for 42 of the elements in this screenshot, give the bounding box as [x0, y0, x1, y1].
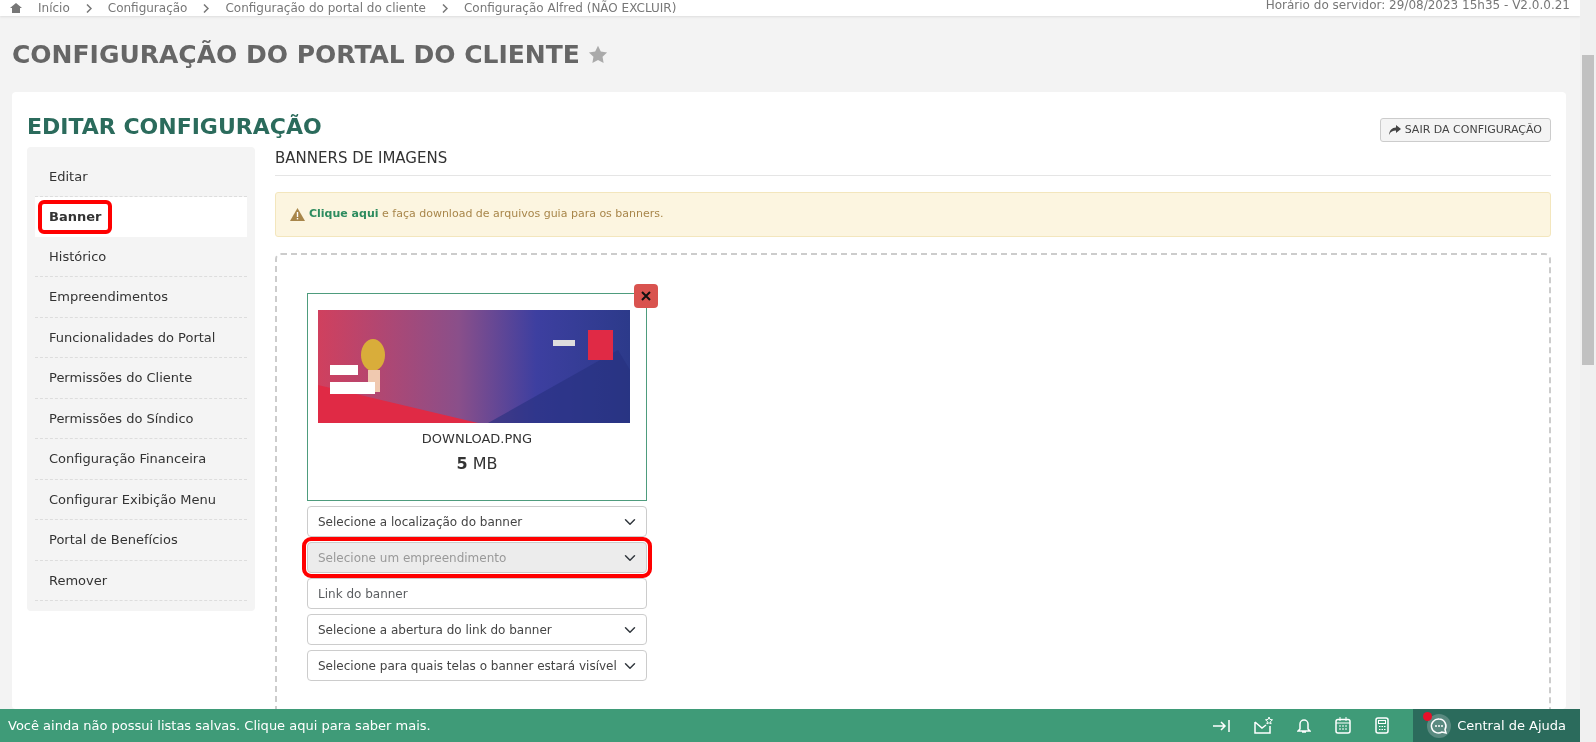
sidebar-item[interactable]: Permissões do Síndico: [35, 398, 247, 439]
chat-bubble-icon: [1427, 713, 1452, 738]
calculator-icon[interactable]: [1375, 717, 1390, 734]
exit-button[interactable]: SAIR DA CONFIGURAÇÃO: [1379, 117, 1551, 142]
alert-text: Clique aqui e faça download de arquivos guia para os banners.: [309, 206, 664, 222]
server-time: Horário do servidor: 29/08/2023 15h35 - V2.0.0.21: [1265, 0, 1570, 14]
bell-icon[interactable]: [1297, 717, 1312, 734]
home-icon[interactable]: [10, 3, 22, 13]
chevron-icon: [441, 3, 448, 13]
select-field[interactable]: Selecione para quais telas o banner estará visível: [307, 650, 647, 681]
chevron-icon: [203, 3, 210, 13]
guide-link[interactable]: Clique aqui: [309, 207, 379, 220]
sidebar-item[interactable]: Configuração Financeira: [35, 439, 247, 480]
chevron-icon: [85, 3, 92, 13]
star-icon[interactable]: [587, 45, 608, 65]
close-button[interactable]: [634, 283, 658, 308]
mail-star-icon[interactable]: [1254, 717, 1274, 734]
select-field[interactable]: Selecione a abertura do link do banner: [307, 614, 647, 645]
calendar-icon[interactable]: [1335, 717, 1352, 734]
card-title: EDITAR CONFIGURAÇÃO: [27, 112, 322, 141]
section-title: BANNERS DE IMAGENS: [275, 146, 1551, 176]
close-icon: [641, 290, 651, 301]
sidebar-item[interactable]: Histórico: [35, 236, 247, 277]
select-field[interactable]: Selecione a localização do banner: [307, 506, 647, 537]
sidebar-item[interactable]: Banner: [41, 203, 110, 231]
help-center-button[interactable]: Central de Ajuda: [1413, 709, 1580, 742]
collapse-arrow-icon[interactable]: [1213, 719, 1231, 732]
breadcrumb-link[interactable]: Configuração do portal do cliente: [225, 3, 426, 13]
sidebar-item[interactable]: Funcionalidades do Portal: [35, 317, 247, 358]
file-size: 5 MB: [455, 453, 499, 475]
sidebar-item[interactable]: Remover: [35, 560, 247, 601]
warning-icon: [290, 207, 305, 221]
sidebar-item[interactable]: Configurar Exibição Menu: [35, 479, 247, 520]
page-title: CONFIGURAÇÃO DO PORTAL DO CLIENTE: [12, 39, 580, 71]
file-name: DOWNLOAD.PNG: [420, 429, 534, 448]
share-arrow-icon: [1388, 124, 1401, 135]
link-input-field[interactable]: Link do banner: [307, 578, 647, 609]
breadcrumb-link[interactable]: Configuração: [107, 3, 188, 13]
sidebar-item[interactable]: Portal de Benefícios: [35, 520, 247, 561]
sidebar-item[interactable]: Empreendimentos: [35, 277, 247, 318]
breadcrumb-link[interactable]: Início: [38, 3, 70, 13]
sidebar-item[interactable]: Permissões do Cliente: [35, 358, 247, 399]
